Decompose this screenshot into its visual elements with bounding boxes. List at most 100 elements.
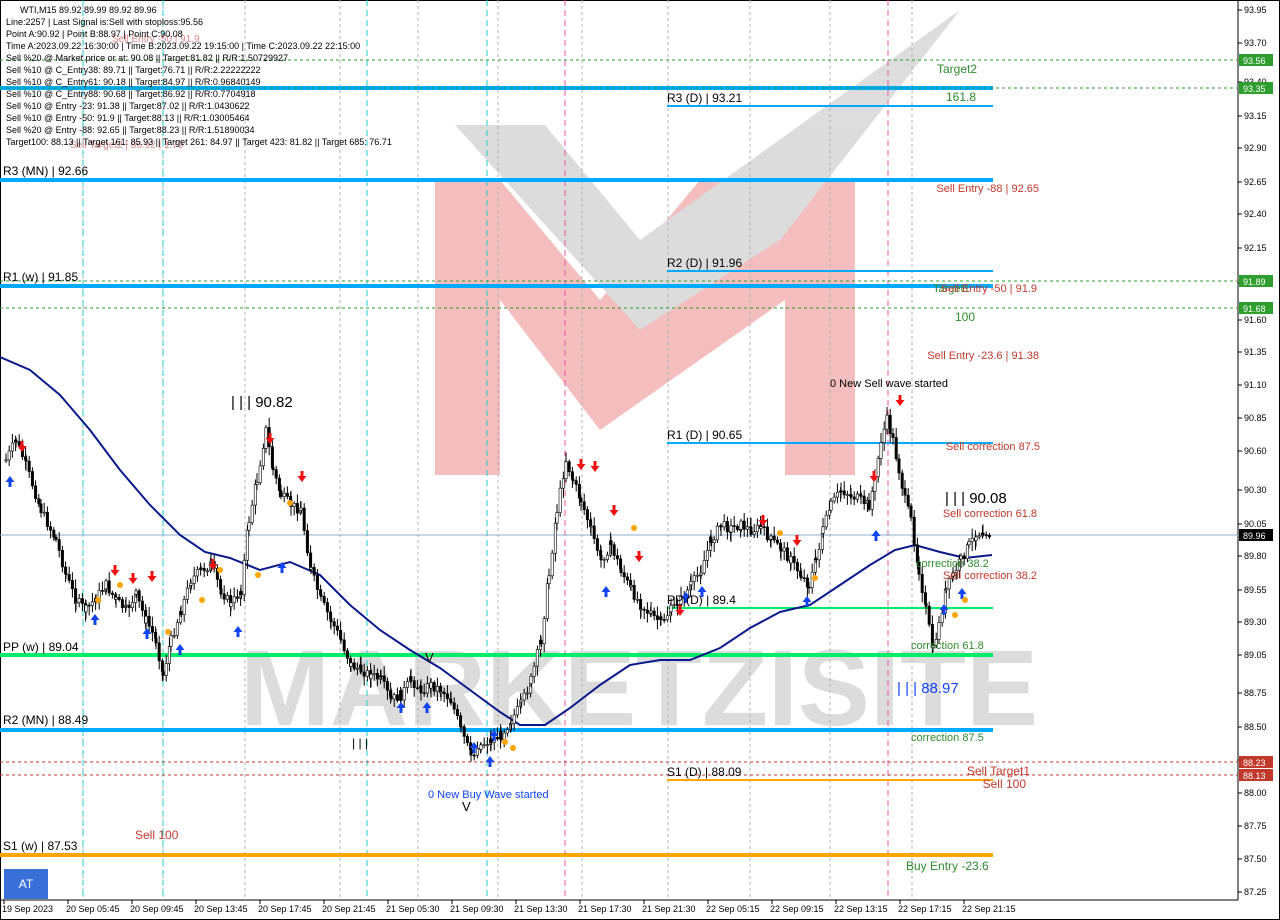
- candle-body: [295, 502, 299, 514]
- candle-body: [415, 687, 419, 689]
- signal-dot-icon: [199, 597, 205, 603]
- sell-correction-875-label: Sell correction 87.5: [946, 441, 1040, 453]
- candle-body: [107, 580, 111, 594]
- candle-body: [130, 602, 134, 608]
- candle-body: [432, 682, 436, 692]
- candle-body: [412, 680, 416, 688]
- pivot-label-r1-w: R1 (w) | 91.85: [3, 270, 78, 284]
- wave-marker-label: | | |: [352, 736, 368, 750]
- price-tick-label: 88.50: [1244, 722, 1267, 732]
- candle-body: [189, 583, 193, 586]
- candle-body: [264, 427, 268, 449]
- candle-body: [799, 575, 803, 579]
- candle-body: [322, 596, 326, 603]
- candle-body: [712, 539, 716, 544]
- candle-body: [435, 686, 439, 692]
- candle-body: [632, 584, 636, 600]
- candle-body: [49, 526, 53, 531]
- signal-dot-icon: [502, 739, 508, 745]
- candle-body: [325, 602, 329, 613]
- price-tick-label: 89.30: [1244, 617, 1267, 627]
- target2-label: Target2: [937, 62, 977, 76]
- candle-body: [309, 567, 313, 570]
- candle-body: [765, 526, 769, 541]
- candle-body: [124, 604, 128, 607]
- candle-body: [977, 535, 981, 538]
- time-tick-label: 22 Sep 21:15: [962, 904, 1016, 914]
- signal-dot-icon: [952, 612, 958, 618]
- candle-body: [974, 536, 978, 542]
- candle-body: [759, 526, 763, 529]
- pivot-label-r3-d: R3 (D) | 93.21: [667, 91, 742, 105]
- price-tick-label: 92.65: [1244, 177, 1267, 187]
- candle-body: [555, 512, 559, 524]
- fib-161-label: 161.8: [946, 90, 976, 104]
- signal-dot-icon: [631, 525, 637, 531]
- candle-body: [100, 590, 104, 592]
- candle-body: [372, 673, 376, 675]
- candle-body: [202, 568, 206, 572]
- info-line: Sell %10 @ C_Entry38: 89.71 || Target:76…: [6, 65, 261, 75]
- price-tick-label: 92.15: [1244, 243, 1267, 253]
- candle-body: [379, 675, 383, 678]
- candle-body: [110, 592, 114, 595]
- candle-body: [154, 638, 158, 644]
- candle-body: [299, 507, 303, 511]
- candle-body: [582, 501, 586, 510]
- candle-body: [342, 639, 346, 652]
- correction-382-label: correction 38.2: [916, 558, 989, 570]
- candle-body: [888, 414, 892, 434]
- candle-body: [255, 482, 259, 485]
- candle-body: [167, 646, 171, 664]
- info-line: Point A:90.92 | Point B:88.97 | Point C:…: [6, 29, 183, 39]
- candle-body: [519, 699, 523, 703]
- candle-body: [897, 458, 901, 474]
- price-tick-label: 91.35: [1244, 347, 1267, 357]
- candle-body: [553, 522, 557, 554]
- sell-entry-23-label: Sell Entry -23.6 | 91.38: [927, 350, 1039, 362]
- info-line: Sell %10 @ Entry -50: 91.9 || Target:88.…: [6, 113, 250, 123]
- candle-body: [665, 615, 669, 621]
- pivot-label-pp-d: PP (D) | 89.4: [667, 593, 736, 607]
- candle-body: [542, 618, 546, 645]
- candle-body: [452, 702, 456, 710]
- candle-body: [335, 625, 339, 631]
- sell-correction-382-label: Sell correction 38.2: [943, 570, 1037, 582]
- time-tick-label: 21 Sep 21:30: [642, 904, 696, 914]
- candle-body: [399, 690, 403, 701]
- candle-body: [225, 595, 229, 600]
- candle-body: [250, 504, 254, 523]
- candle-body: [274, 469, 278, 479]
- candle-body: [512, 714, 516, 724]
- candle-body: [305, 530, 309, 554]
- time-tick-label: 19 Sep 2023: [2, 904, 53, 914]
- candle-body: [965, 544, 969, 559]
- candle-body: [45, 511, 49, 527]
- candle-body: [157, 642, 161, 662]
- candle-body: [409, 676, 413, 681]
- auto-trading-button[interactable]: AT: [4, 869, 48, 899]
- candle-body: [77, 598, 81, 603]
- candle-body: [455, 708, 459, 716]
- candle-body: [702, 560, 706, 574]
- time-tick-label: 22 Sep 17:15: [898, 904, 952, 914]
- candle-body: [545, 583, 549, 620]
- candle-body: [175, 622, 179, 636]
- candle-body: [529, 675, 533, 684]
- candle-body: [695, 574, 699, 577]
- signal-dot-icon: [287, 500, 293, 506]
- pivot-label-r3-mn: R3 (MN) | 92.66: [3, 164, 88, 178]
- candle-body: [459, 725, 463, 728]
- candle-body: [762, 526, 766, 528]
- candle-body: [499, 730, 503, 741]
- candle-body: [564, 461, 568, 480]
- candle-body: [84, 604, 88, 613]
- time-tick-label: 21 Sep 17:30: [578, 904, 632, 914]
- candle-body: [205, 570, 209, 573]
- candle-body: [867, 500, 871, 510]
- candle-body: [52, 529, 56, 538]
- candle-body: [550, 552, 554, 577]
- candle-body: [405, 681, 409, 688]
- candle-body: [199, 567, 203, 570]
- candle-body: [789, 556, 793, 564]
